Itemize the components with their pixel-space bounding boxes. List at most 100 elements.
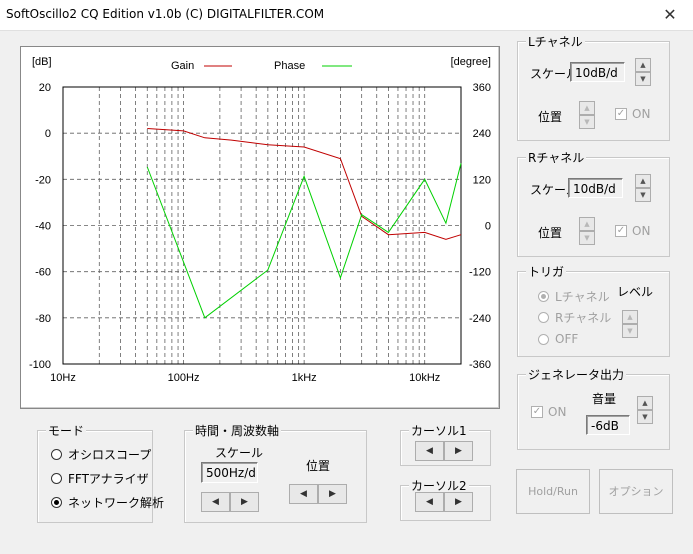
window-title: SoftOscillo2 CQ Edition v1.0b (C) DIGITA… [6, 7, 325, 21]
up-icon[interactable]: ▲ [635, 174, 651, 188]
left-icon[interactable]: ◀ [415, 441, 444, 461]
x-tick-label: 1kHz [292, 372, 317, 384]
bode-plot: [dB] [degree] Gain Phase 20 0 -20 -40 -60 -80… [29, 56, 491, 384]
cursor1-group: カーソル1 ◀ ▶ [400, 422, 491, 466]
mode-group: モード オシロスコープ FFTアナライザ ネットワーク解析 [37, 422, 164, 523]
left-icon[interactable]: ◀ [201, 492, 230, 512]
rch-on-checkbox[interactable]: ✓ ON [615, 224, 650, 238]
rch-pos-spinner[interactable]: ▲ ▼ [579, 217, 595, 245]
trigger-level-label: レベル [617, 285, 654, 299]
time-pos-label: 位置 [306, 459, 331, 473]
y-left-tick-label: -20 [35, 174, 51, 186]
radio-dot [51, 497, 62, 508]
up-icon[interactable]: ▲ [637, 396, 653, 410]
mode-title: モード [46, 422, 87, 439]
x-tick-label: 10kHz [409, 372, 440, 384]
rch-group: Rチャネル スケール 10dB/d ▲ ▼ 位置 ▲ ▼ ✓ ON [517, 149, 670, 257]
lch-scale-spinner[interactable]: ▲ ▼ [635, 58, 651, 86]
radio-dot [538, 333, 549, 345]
lch-on-checkbox[interactable]: ✓ ON [615, 107, 650, 121]
up-icon[interactable]: ▲ [579, 101, 595, 115]
generator-group: ジェネレータ出力 ✓ ON 音量 -6dB ▲ ▼ [517, 366, 670, 450]
lch-pos-spinner[interactable]: ▲ ▼ [579, 101, 595, 129]
rch-title: Rチャネル [526, 149, 587, 166]
time-scale-stepper[interactable]: ◀ ▶ [201, 492, 259, 512]
y-right-tick-label: 360 [473, 82, 491, 94]
y-left-tick-label: -100 [29, 359, 51, 371]
left-icon[interactable]: ◀ [415, 492, 444, 512]
mode-radio-fft-label: FFTアナライザ [68, 472, 149, 486]
y-right-tick-label: -240 [469, 313, 491, 325]
x-tick-label: 10Hz [50, 372, 76, 384]
trigger-radio-r[interactable]: Rチャネル [538, 309, 611, 326]
mode-radio-oscilloscope[interactable]: オシロスコープ [51, 446, 151, 463]
title-bar: SoftOscillo2 CQ Edition v1.0b (C) DIGITA… [0, 0, 693, 31]
right-icon[interactable]: ▶ [444, 441, 473, 461]
trigger-radio-l[interactable]: Lチャネル [538, 288, 610, 305]
y-left-tick-label: 0 [45, 128, 51, 140]
y-left-tick-label: -80 [35, 313, 51, 325]
mode-radio-network[interactable]: ネットワーク解析 [51, 494, 164, 511]
cursor2-stepper[interactable]: ◀ ▶ [415, 492, 473, 512]
x-tick-label: 100Hz [168, 372, 200, 384]
y-right-tick-label: 0 [485, 221, 491, 233]
rch-pos-label: 位置 [538, 226, 563, 240]
check-icon: ✓ [615, 225, 627, 237]
down-icon[interactable]: ▼ [637, 410, 653, 424]
generator-volume-spinner[interactable]: ▲ ▼ [637, 396, 653, 424]
check-icon: ✓ [615, 108, 627, 120]
down-icon[interactable]: ▼ [579, 115, 595, 129]
option-button[interactable]: オプション [599, 469, 673, 514]
lch-scale-field: 10dB/d [570, 62, 625, 82]
up-icon[interactable]: ▲ [635, 58, 651, 72]
radio-dot [51, 449, 62, 460]
legend-gain-label: Gain [171, 60, 194, 72]
cursor1-stepper[interactable]: ◀ ▶ [415, 441, 473, 461]
hold-run-button[interactable]: Hold/Run [516, 469, 590, 514]
down-icon[interactable]: ▼ [579, 231, 595, 245]
cursor2-group: カーソル2 ◀ ▶ [400, 477, 491, 521]
y-right-tick-label: 240 [473, 128, 491, 140]
down-icon[interactable]: ▼ [622, 324, 638, 338]
time-group: 時間・周波数軸 スケール 500Hz/d ◀ ▶ 位置 ◀ ▶ [184, 422, 367, 523]
trigger-title: トリガ [526, 263, 567, 280]
time-scale-field: 500Hz/d [201, 462, 258, 483]
up-icon[interactable]: ▲ [622, 310, 638, 324]
right-icon[interactable]: ▶ [444, 492, 473, 512]
check-icon: ✓ [531, 406, 543, 418]
lch-title: Lチャネル [526, 33, 585, 50]
y-left-tick-label: -40 [35, 221, 51, 233]
up-icon[interactable]: ▲ [579, 217, 595, 231]
close-button[interactable]: ✕ [647, 0, 693, 30]
generator-volume-field: -6dB [586, 415, 630, 435]
y-left-tick-label: -60 [35, 267, 51, 279]
rch-scale-field: 10dB/d [568, 178, 623, 198]
down-icon[interactable]: ▼ [635, 188, 651, 202]
generator-title: ジェネレータ出力 [526, 366, 627, 383]
down-icon[interactable]: ▼ [635, 72, 651, 86]
y-left-tick-label: 20 [39, 82, 51, 94]
trigger-radio-l-label: Lチャネル [555, 290, 610, 304]
scope-display: [dB] [degree] Gain Phase 20 0 -20 -40 -60 -80… [20, 46, 500, 409]
left-icon[interactable]: ◀ [289, 484, 318, 504]
trigger-level-spinner[interactable]: ▲ ▼ [622, 310, 638, 338]
mode-radio-oscilloscope-label: オシロスコープ [68, 448, 152, 462]
left-unit-label: [dB] [32, 56, 52, 68]
cursor1-title: カーソル1 [409, 422, 469, 439]
trigger-radio-r-label: Rチャネル [555, 311, 612, 325]
y-right-tick-label: -360 [469, 359, 491, 371]
trigger-radio-off-label: OFF [555, 332, 579, 346]
generator-on-checkbox[interactable]: ✓ ON [531, 405, 566, 419]
radio-dot [51, 473, 62, 484]
rch-on-label: ON [632, 224, 651, 238]
trigger-radio-off[interactable]: OFF [538, 332, 578, 346]
right-icon[interactable]: ▶ [318, 484, 347, 504]
mode-radio-fft[interactable]: FFTアナライザ [51, 470, 149, 487]
rch-scale-spinner[interactable]: ▲ ▼ [635, 174, 651, 202]
y-right-tick-label: 120 [473, 174, 491, 186]
generator-on-label: ON [548, 405, 567, 419]
right-unit-label: [degree] [451, 56, 491, 68]
time-pos-stepper[interactable]: ◀ ▶ [289, 484, 347, 504]
lch-pos-label: 位置 [538, 110, 563, 124]
right-icon[interactable]: ▶ [230, 492, 259, 512]
